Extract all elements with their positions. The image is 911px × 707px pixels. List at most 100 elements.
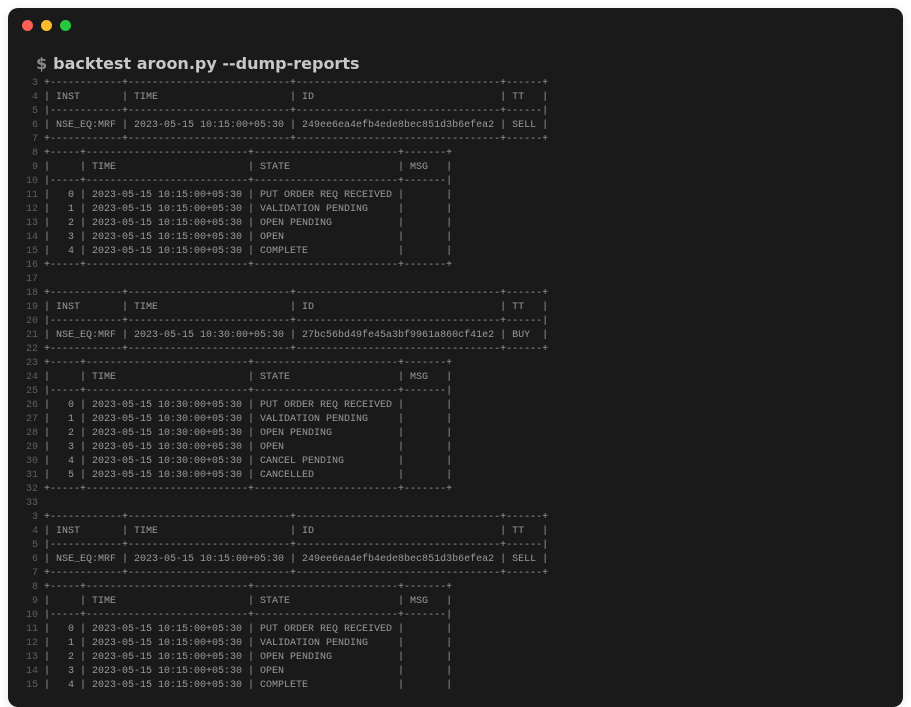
line-text: +-----+---------------------------+-----… [44, 483, 452, 497]
line-text: | INST | TIME | ID | TT | [44, 91, 548, 105]
line-text: | INST | TIME | ID | TT | [44, 301, 548, 315]
line-number: 4 [22, 91, 44, 105]
line-text: | 2 | 2023-05-15 10:30:00+05:30 | OPEN P… [44, 427, 452, 441]
output-line: 14| 3 | 2023-05-15 10:15:00+05:30 | OPEN… [22, 231, 889, 245]
output-line: 11| 0 | 2023-05-15 10:15:00+05:30 | PUT … [22, 189, 889, 203]
line-text: | 0 | 2023-05-15 10:15:00+05:30 | PUT OR… [44, 189, 452, 203]
line-number: 21 [22, 329, 44, 343]
output-line: 18+------------+------------------------… [22, 287, 889, 301]
output-line: 23+-----+---------------------------+---… [22, 357, 889, 371]
output-line: 7+------------+-------------------------… [22, 133, 889, 147]
line-number: 9 [22, 161, 44, 175]
line-number: 7 [22, 133, 44, 147]
output-line: 15| 4 | 2023-05-15 10:15:00+05:30 | COMP… [22, 679, 889, 693]
output-line: 29| 3 | 2023-05-15 10:30:00+05:30 | OPEN… [22, 441, 889, 455]
prompt-symbol: $ [36, 54, 47, 73]
line-text: | NSE_EQ:MRF | 2023-05-15 10:15:00+05:30… [44, 553, 548, 567]
line-text: | 0 | 2023-05-15 10:15:00+05:30 | PUT OR… [44, 623, 452, 637]
line-text: +-----+---------------------------+-----… [44, 147, 452, 161]
terminal-output[interactable]: 3+------------+-------------------------… [8, 77, 903, 707]
minimize-icon[interactable] [41, 20, 52, 31]
prompt-command: backtest aroon.py --dump-reports [53, 54, 359, 73]
output-line: 3+------------+-------------------------… [22, 511, 889, 525]
line-text: | 4 | 2023-05-15 10:15:00+05:30 | COMPLE… [44, 245, 452, 259]
output-line: 22+------------+------------------------… [22, 343, 889, 357]
line-number: 22 [22, 343, 44, 357]
output-line: 9| | TIME | STATE | MSG | [22, 595, 889, 609]
output-line: 19| INST | TIME | ID | TT | [22, 301, 889, 315]
output-line: 9| | TIME | STATE | MSG | [22, 161, 889, 175]
line-number: 13 [22, 217, 44, 231]
output-line: 6| NSE_EQ:MRF | 2023-05-15 10:15:00+05:3… [22, 553, 889, 567]
line-number: 24 [22, 371, 44, 385]
line-number: 15 [22, 245, 44, 259]
line-text: +-----+---------------------------+-----… [44, 357, 452, 371]
line-text: | 3 | 2023-05-15 10:30:00+05:30 | OPEN |… [44, 441, 452, 455]
line-number: 10 [22, 175, 44, 189]
output-line: 28| 2 | 2023-05-15 10:30:00+05:30 | OPEN… [22, 427, 889, 441]
output-line: 15| 4 | 2023-05-15 10:15:00+05:30 | COMP… [22, 245, 889, 259]
output-line: 12| 1 | 2023-05-15 10:15:00+05:30 | VALI… [22, 637, 889, 651]
line-text: +------------+--------------------------… [44, 77, 548, 91]
line-number: 32 [22, 483, 44, 497]
output-line: 5|------------+-------------------------… [22, 105, 889, 119]
line-number: 16 [22, 259, 44, 273]
line-number: 18 [22, 287, 44, 301]
line-text: | 2 | 2023-05-15 10:15:00+05:30 | OPEN P… [44, 651, 452, 665]
line-number: 13 [22, 651, 44, 665]
output-line: 7+------------+-------------------------… [22, 567, 889, 581]
line-text: +-----+---------------------------+-----… [44, 581, 452, 595]
line-number: 27 [22, 413, 44, 427]
line-number: 3 [22, 511, 44, 525]
line-text: |------------+--------------------------… [44, 105, 548, 119]
line-number: 23 [22, 357, 44, 371]
titlebar [8, 8, 903, 42]
line-text: | 2 | 2023-05-15 10:15:00+05:30 | OPEN P… [44, 217, 452, 231]
output-line: 3+------------+-------------------------… [22, 77, 889, 91]
line-number: 10 [22, 609, 44, 623]
line-text: |------------+--------------------------… [44, 315, 548, 329]
close-icon[interactable] [22, 20, 33, 31]
line-text: | 3 | 2023-05-15 10:15:00+05:30 | OPEN |… [44, 665, 452, 679]
output-line: 14| 3 | 2023-05-15 10:15:00+05:30 | OPEN… [22, 665, 889, 679]
line-number: 15 [22, 679, 44, 693]
terminal-window: $backtest aroon.py --dump-reports 3+----… [8, 8, 903, 707]
line-text: | INST | TIME | ID | TT | [44, 525, 548, 539]
output-line: 21| NSE_EQ:MRF | 2023-05-15 10:30:00+05:… [22, 329, 889, 343]
line-number: 33 [22, 497, 44, 511]
output-line: 4| INST | TIME | ID | TT | [22, 91, 889, 105]
line-text: +------------+--------------------------… [44, 511, 548, 525]
line-number: 4 [22, 525, 44, 539]
line-number: 3 [22, 77, 44, 91]
line-text: | 1 | 2023-05-15 10:30:00+05:30 | VALIDA… [44, 413, 452, 427]
output-line: 4| INST | TIME | ID | TT | [22, 525, 889, 539]
line-text: | NSE_EQ:MRF | 2023-05-15 10:15:00+05:30… [44, 119, 548, 133]
line-number: 5 [22, 539, 44, 553]
line-text: | 1 | 2023-05-15 10:15:00+05:30 | VALIDA… [44, 203, 452, 217]
line-text: +------------+--------------------------… [44, 133, 548, 147]
output-line: 24| | TIME | STATE | MSG | [22, 371, 889, 385]
line-text: | | TIME | STATE | MSG | [44, 161, 452, 175]
line-text: |-----+---------------------------+-----… [44, 609, 452, 623]
output-line: 30| 4 | 2023-05-15 10:30:00+05:30 | CANC… [22, 455, 889, 469]
line-number: 31 [22, 469, 44, 483]
line-number: 8 [22, 147, 44, 161]
line-text: +-----+---------------------------+-----… [44, 259, 452, 273]
line-number: 11 [22, 623, 44, 637]
output-line: 8+-----+---------------------------+----… [22, 581, 889, 595]
line-number: 26 [22, 399, 44, 413]
output-line: 10|-----+---------------------------+---… [22, 609, 889, 623]
output-line: 12| 1 | 2023-05-15 10:15:00+05:30 | VALI… [22, 203, 889, 217]
line-number: 12 [22, 203, 44, 217]
line-number: 12 [22, 637, 44, 651]
line-number: 14 [22, 665, 44, 679]
line-text: | 5 | 2023-05-15 10:30:00+05:30 | CANCEL… [44, 469, 452, 483]
output-line: 33 [22, 497, 889, 511]
line-text: | 4 | 2023-05-15 10:15:00+05:30 | COMPLE… [44, 679, 452, 693]
line-text: | 0 | 2023-05-15 10:30:00+05:30 | PUT OR… [44, 399, 452, 413]
maximize-icon[interactable] [60, 20, 71, 31]
line-text: +------------+--------------------------… [44, 567, 548, 581]
line-text: | 4 | 2023-05-15 10:30:00+05:30 | CANCEL… [44, 455, 452, 469]
line-number: 17 [22, 273, 44, 287]
line-text: | 3 | 2023-05-15 10:15:00+05:30 | OPEN |… [44, 231, 452, 245]
